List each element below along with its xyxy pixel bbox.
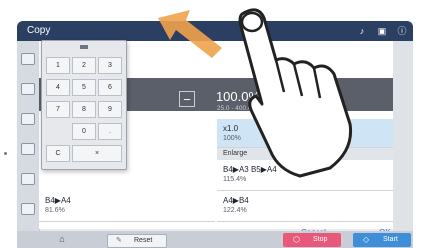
key-4[interactable]: 4	[46, 79, 70, 96]
key-9[interactable]: 9	[98, 101, 122, 118]
left-function-strip	[17, 41, 40, 231]
key-3[interactable]: 3	[98, 57, 122, 74]
start-icon: ◇	[363, 235, 370, 244]
preset-sub: 115.4%	[223, 176, 247, 183]
home-icon[interactable]: ⌂	[49, 234, 75, 247]
right-strip	[393, 41, 413, 231]
key-dot[interactable]: .	[98, 123, 122, 140]
preset-b4a3[interactable]: B4▶A3 B5▶A4 115.4%	[217, 160, 393, 191]
preset-main: B4▶A3 B5▶A4	[223, 165, 277, 174]
bullet-dot	[4, 152, 7, 155]
function-icon[interactable]	[21, 53, 35, 65]
section-enlarge: Enlarge	[217, 148, 393, 160]
preset-main: B4▶A4	[45, 196, 71, 205]
stop-label: Stop	[313, 236, 328, 243]
preset-main: x1.0	[223, 124, 239, 133]
bell-icon[interactable]: ♪	[355, 24, 369, 38]
info-icon[interactable]: ⓘ	[395, 24, 409, 38]
preset-sub: 81.6%	[45, 207, 65, 214]
key-8[interactable]: 8	[72, 101, 96, 118]
function-icon[interactable]	[21, 173, 35, 185]
zoom-value: 100.0%	[215, 89, 261, 104]
preset-main: A4▶B4	[223, 196, 249, 205]
key-7[interactable]: 7	[46, 101, 70, 118]
key-close[interactable]: ×	[72, 145, 122, 162]
preset-x1[interactable]: x1.0 100%	[217, 119, 393, 148]
key-1[interactable]: 1	[46, 57, 70, 74]
app-title: Copy	[27, 25, 51, 36]
zoom-increase-button[interactable]: +	[277, 91, 293, 107]
start-button[interactable]: ◇ Start	[353, 233, 411, 247]
reset-label: Reset	[134, 237, 153, 244]
device-icon[interactable]: ▣	[375, 24, 389, 38]
zoom-range: 25.0 - 400.0 %	[216, 105, 260, 112]
function-icon[interactable]	[21, 113, 35, 125]
key-0[interactable]: 0	[72, 123, 96, 140]
top-bar: Copy ♪ ▣ ⓘ	[17, 21, 413, 41]
preset-sub: 122.4%	[223, 207, 247, 214]
key-6[interactable]: 6	[98, 79, 122, 96]
keypad-drag-handle[interactable]	[80, 45, 88, 49]
start-label: Start	[383, 236, 398, 243]
function-icon[interactable]	[21, 143, 35, 155]
preset-b4a4[interactable]: B4▶A4 81.6%	[39, 191, 215, 222]
function-icon[interactable]	[21, 203, 35, 215]
preset-sub: 100%	[223, 135, 241, 142]
reset-icon: ✎	[116, 237, 122, 244]
key-clear[interactable]: C	[46, 145, 70, 162]
zoom-decrease-button[interactable]: −	[179, 91, 195, 107]
function-icon[interactable]	[21, 83, 35, 95]
reset-button[interactable]: ✎ Reset	[107, 234, 167, 248]
stop-icon: ⬡	[293, 235, 300, 244]
numeric-keypad[interactable]: 1 2 3 4 5 6 7 8 9 0 . C ×	[41, 40, 127, 170]
preset-a4b4[interactable]: A4▶B4 122.4%	[217, 191, 393, 222]
stop-button[interactable]: ⬡ Stop	[283, 233, 341, 247]
key-2[interactable]: 2	[72, 57, 96, 74]
key-5[interactable]: 5	[72, 79, 96, 96]
